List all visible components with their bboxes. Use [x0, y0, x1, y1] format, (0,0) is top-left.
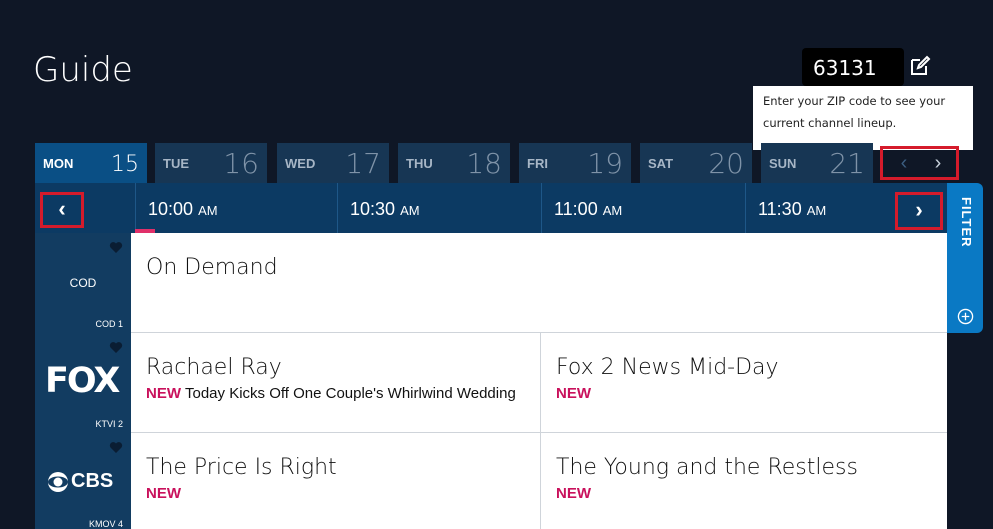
- day-name: SUN: [769, 156, 797, 171]
- time-slot-ampm: AM: [806, 203, 827, 218]
- cbs-eye-icon: [48, 471, 68, 492]
- previous-week-button[interactable]: ‹: [889, 152, 919, 176]
- day-number: 15: [111, 152, 139, 177]
- time-slot-ampm: AM: [400, 203, 420, 218]
- channel-number: COD 1: [95, 319, 123, 329]
- channel-cell[interactable]: FOX KTVI 2: [35, 333, 131, 433]
- heart-icon[interactable]: [109, 441, 123, 454]
- new-badge: NEW: [556, 485, 591, 502]
- week-navigation: ‹ ›: [880, 146, 959, 180]
- time-slot-ampm: AM: [198, 203, 218, 218]
- day-name: THU: [406, 156, 433, 171]
- zip-tooltip-line2: current channel lineup.: [763, 116, 897, 130]
- channel-row: CBS KMOV 4 The Price Is Right NEW The Yo…: [35, 433, 947, 529]
- time-slot-ampm: AM: [602, 203, 623, 218]
- day-number: 19: [587, 147, 623, 180]
- day-tab-wed[interactable]: WED 17: [277, 143, 389, 183]
- channel-row: FOX KTVI 2 Rachael Ray NEW Today Kicks Of…: [35, 333, 947, 433]
- program-title: Rachael Ray: [146, 355, 282, 380]
- time-slot: 11:30 AM: [745, 183, 890, 233]
- channel-number: KTVI 2: [95, 419, 123, 429]
- time-slot-time: 11:00: [554, 199, 598, 219]
- day-name: MON: [43, 156, 74, 171]
- program-cell[interactable]: On Demand: [131, 233, 947, 332]
- next-time-button[interactable]: ›: [895, 192, 943, 230]
- channel-row: COD COD 1 On Demand: [35, 233, 947, 333]
- zip-tooltip: Enter your ZIP code to see your current …: [753, 86, 973, 150]
- program-cell[interactable]: Rachael Ray NEW Today Kicks Off One Coupl…: [131, 333, 540, 432]
- plus-circle-icon: [957, 308, 974, 325]
- channel-logo-text: CBS: [71, 470, 114, 492]
- program-title: Fox 2 News Mid-Day: [556, 355, 779, 380]
- edit-icon[interactable]: [908, 54, 932, 78]
- program-subtitle: NEW: [556, 385, 947, 402]
- day-number: 18: [466, 147, 502, 180]
- page-title: Guide: [33, 50, 133, 90]
- new-badge: NEW: [556, 385, 591, 402]
- heart-icon[interactable]: [109, 341, 123, 354]
- filter-label: FILTER: [959, 197, 974, 248]
- program-title: The Price Is Right: [146, 455, 337, 480]
- day-tabs: MON 15 TUE 16 WED 17 THU 18 FRI 19 SAT 2…: [35, 143, 947, 183]
- day-number: 17: [345, 147, 381, 180]
- day-name: SAT: [648, 156, 674, 171]
- new-badge: NEW: [146, 485, 181, 502]
- day-name: FRI: [527, 156, 548, 171]
- new-badge: NEW: [146, 385, 181, 402]
- day-tab-sun[interactable]: SUN 21: [761, 143, 873, 183]
- channel-logo: CBS: [47, 470, 113, 493]
- day-tab-sat[interactable]: SAT 20: [640, 143, 752, 183]
- program-cell[interactable]: The Price Is Right NEW: [131, 433, 540, 529]
- day-name: WED: [285, 156, 316, 171]
- day-number: 16: [223, 147, 259, 180]
- time-slot-time: 11:30: [758, 199, 802, 219]
- next-week-button[interactable]: ›: [923, 152, 953, 176]
- day-number: 21: [829, 147, 865, 180]
- day-tab-mon[interactable]: MON 15: [35, 143, 147, 183]
- channel-cell[interactable]: CBS KMOV 4: [35, 433, 131, 529]
- program-cell[interactable]: Fox 2 News Mid-Day NEW: [540, 333, 947, 432]
- time-bar: ‹ 10:00 AM 10:30 AM 11:00 AM 11:30 AM ›: [35, 183, 947, 233]
- channel-cell[interactable]: COD COD 1: [35, 233, 131, 333]
- filter-tab[interactable]: FILTER: [947, 183, 983, 333]
- channel-logo: FOX: [45, 361, 120, 401]
- time-slot: 11:00 AM: [541, 183, 745, 233]
- zip-code-field[interactable]: 63131: [802, 48, 904, 86]
- program-subtitle: NEW: [146, 485, 540, 502]
- day-tab-fri[interactable]: FRI 19: [519, 143, 631, 183]
- time-slot: 10:30 AM: [337, 183, 541, 233]
- program-description: Today Kicks Off One Couple's Whirlwind W…: [185, 385, 516, 402]
- channel-number: KMOV 4: [88, 519, 123, 529]
- day-tab-thu[interactable]: THU 18: [398, 143, 510, 183]
- program-subtitle: NEW Today Kicks Off One Couple's Whirlwin…: [146, 385, 540, 402]
- heart-icon[interactable]: [109, 241, 123, 254]
- time-slot-time: 10:00: [148, 199, 194, 219]
- channel-logo: COD: [69, 276, 97, 290]
- day-tab-tue[interactable]: TUE 16: [155, 143, 267, 183]
- program-title: On Demand: [146, 255, 278, 280]
- program-subtitle: NEW: [556, 485, 947, 502]
- previous-time-button[interactable]: ‹: [40, 192, 84, 228]
- day-number: 20: [708, 147, 744, 180]
- program-title: The Young and the Restless: [556, 455, 858, 480]
- guide-grid: COD COD 1 On Demand FOX KTVI 2 Rachael R…: [35, 233, 947, 529]
- time-slot-time: 10:30: [350, 199, 396, 219]
- time-slot: 10:00 AM: [135, 183, 337, 233]
- program-cell[interactable]: The Young and the Restless NEW: [540, 433, 947, 529]
- zip-tooltip-line1: Enter your ZIP code to see your: [763, 94, 946, 108]
- day-name: TUE: [163, 156, 189, 171]
